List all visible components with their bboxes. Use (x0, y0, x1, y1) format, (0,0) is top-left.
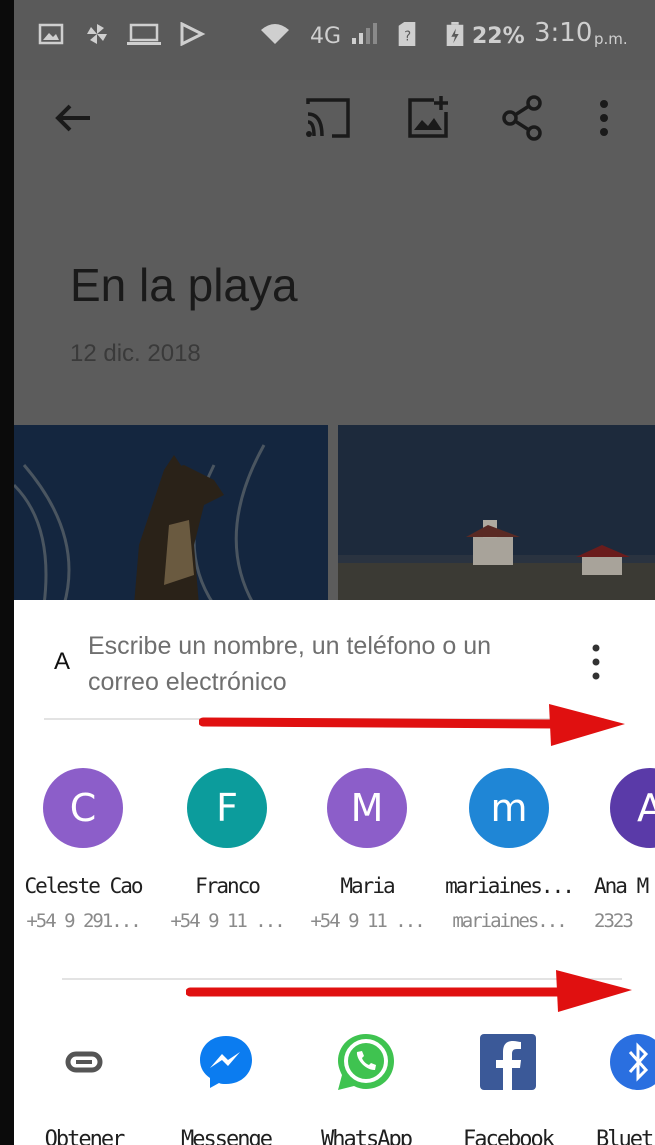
contact-detail: +54 9 11 ... (170, 910, 285, 932)
app-name: Messenge (181, 1127, 273, 1145)
contact-avatar: M (327, 768, 407, 848)
contact-name: Celeste Cao (24, 874, 143, 898)
contact-item[interactable]: m mariaines... mariaines... (444, 768, 575, 932)
phone-screen: 4G ? 22% 3:10 p.m. En la playa 12 dic. 2… (0, 0, 655, 1145)
annotation-arrow-1 (199, 704, 625, 746)
play-store-notification-icon (180, 22, 206, 46)
app-name: Obtener (44, 1127, 126, 1145)
pinwheel-notification-icon (87, 24, 107, 44)
contact-detail: 2323 (594, 910, 634, 932)
share-sheet: A Escribe un nombre, un teléfono o un co… (14, 600, 655, 1145)
app-item[interactable]: WhatsApp (296, 1030, 436, 1145)
app-item[interactable]: Messenge (156, 1030, 296, 1145)
contact-detail: +54 9 11 ... (310, 910, 425, 932)
wifi-icon (261, 24, 289, 44)
status-bar: 4G ? 22% 3:10 p.m. (14, 0, 655, 80)
more-vert-icon[interactable] (580, 94, 628, 142)
album-date: 12 dic. 2018 (70, 340, 201, 367)
bluetooth-icon (610, 1034, 655, 1090)
back-arrow-icon[interactable] (50, 94, 98, 142)
cast-icon[interactable] (304, 94, 352, 142)
gallery-notification-icon (38, 23, 64, 45)
facebook-icon (480, 1034, 536, 1090)
album-title: En la playa (70, 259, 298, 311)
sim-icon: ? (398, 22, 416, 46)
add-to-album-icon[interactable] (404, 94, 452, 142)
search-placeholder[interactable]: Escribe un nombre, un teléfono o un corr… (88, 628, 528, 700)
contact-name: mariaines... (445, 874, 575, 898)
share-icon[interactable] (498, 94, 546, 142)
contact-avatar: A (610, 768, 655, 848)
clock-ampm: p.m. (594, 30, 628, 48)
contact-name: Maria (340, 874, 395, 898)
annotation-arrow-2 (186, 970, 632, 1012)
contact-item[interactable]: C Celeste Cao +54 9 291... (18, 768, 148, 932)
contact-avatar: C (43, 768, 123, 848)
contact-avatar: F (187, 768, 267, 848)
network-type: 4G (310, 24, 342, 49)
sheet-more-vert-icon[interactable] (586, 640, 606, 684)
link-icon (65, 1051, 103, 1073)
app-name: Facebook (463, 1127, 555, 1145)
clock: 3:10 (534, 18, 593, 48)
whatsapp-icon (338, 1034, 394, 1090)
app-name: WhatsApp (321, 1127, 413, 1145)
search-letter: A (54, 648, 71, 675)
battery-icon (446, 22, 464, 46)
contact-name: Franco (195, 874, 261, 898)
contact-item[interactable]: M Maria +54 9 11 ... (302, 768, 432, 932)
app-item[interactable]: Bluet (592, 1030, 655, 1145)
signal-icon (352, 23, 377, 44)
app-item[interactable]: Facebook (438, 1030, 578, 1145)
contact-item[interactable]: F Franco +54 9 11 ... (162, 768, 292, 932)
battery-percent: 22% (472, 24, 525, 49)
contact-detail: +54 9 291... (26, 910, 141, 932)
contact-avatar: m (469, 768, 549, 848)
app-bar (14, 80, 655, 160)
contact-detail: mariaines... (452, 910, 567, 932)
app-item[interactable]: Obtener (14, 1030, 154, 1145)
photo-dog[interactable] (14, 425, 328, 605)
svg-text:?: ? (404, 29, 411, 44)
app-name: Bluet (596, 1127, 654, 1145)
laptop-notification-icon (127, 23, 161, 45)
photo-lighthouse[interactable] (338, 425, 655, 605)
contact-name: Ana M (594, 874, 649, 898)
contact-item[interactable]: A Ana M 2323 (584, 768, 655, 932)
messenger-icon (200, 1036, 252, 1088)
